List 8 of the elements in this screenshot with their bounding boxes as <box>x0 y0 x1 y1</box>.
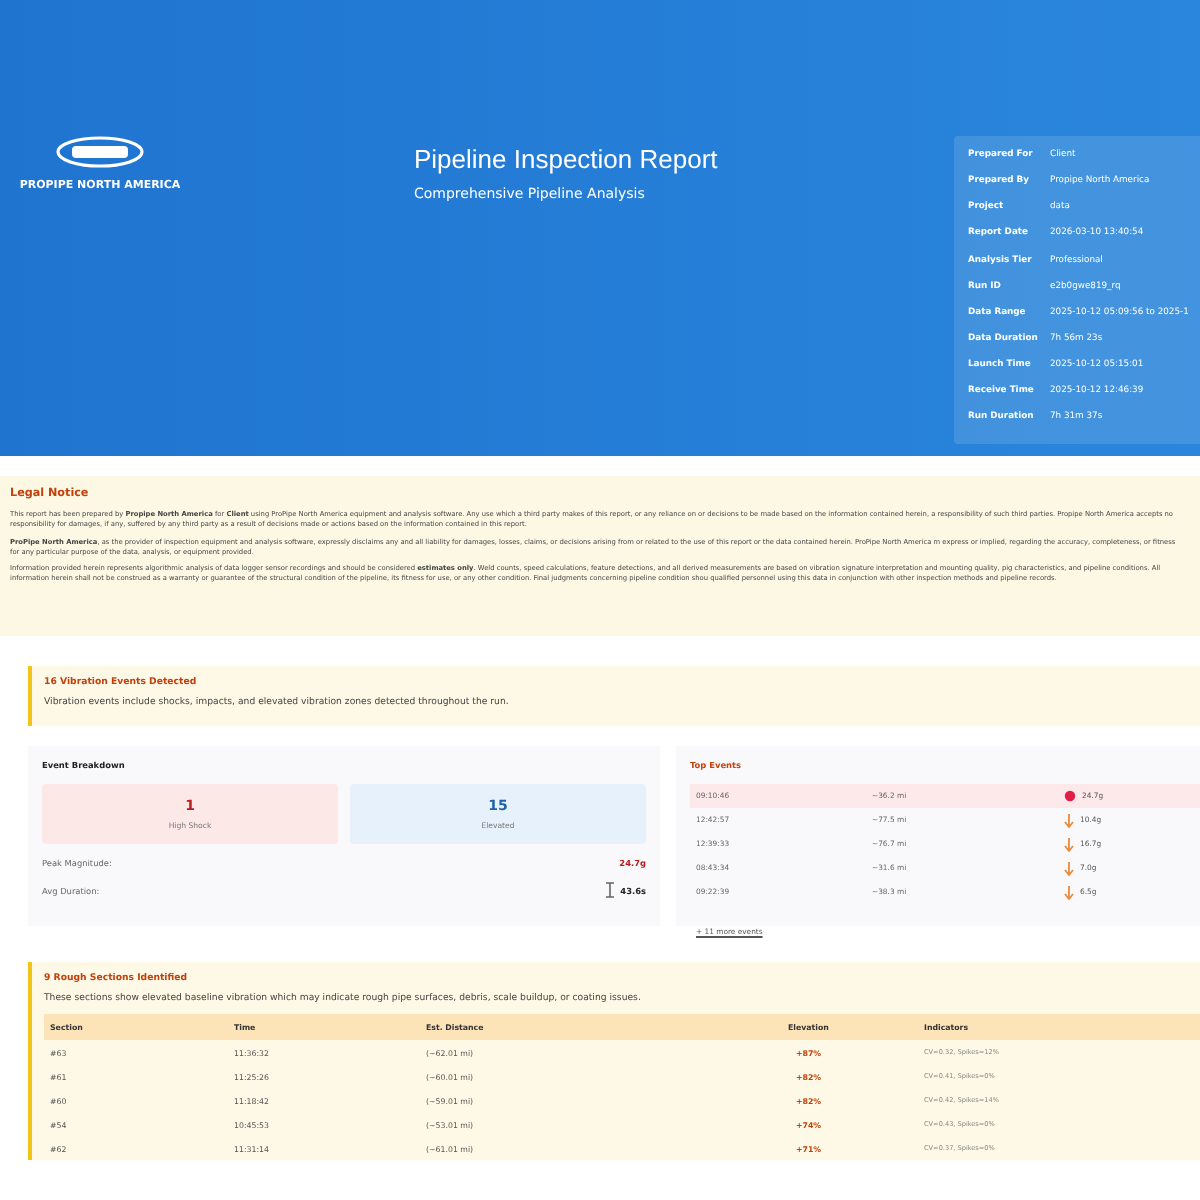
report-title: Pipeline Inspection Report <box>414 144 720 174</box>
cursor-icon <box>606 882 615 898</box>
logo-icon <box>56 136 144 168</box>
down-arrow-icon <box>1064 861 1074 875</box>
down-arrow-icon <box>1064 885 1074 899</box>
down-arrow-icon <box>1064 837 1074 851</box>
dot-icon <box>1064 790 1076 802</box>
down-arrow-icon <box>1064 813 1074 827</box>
